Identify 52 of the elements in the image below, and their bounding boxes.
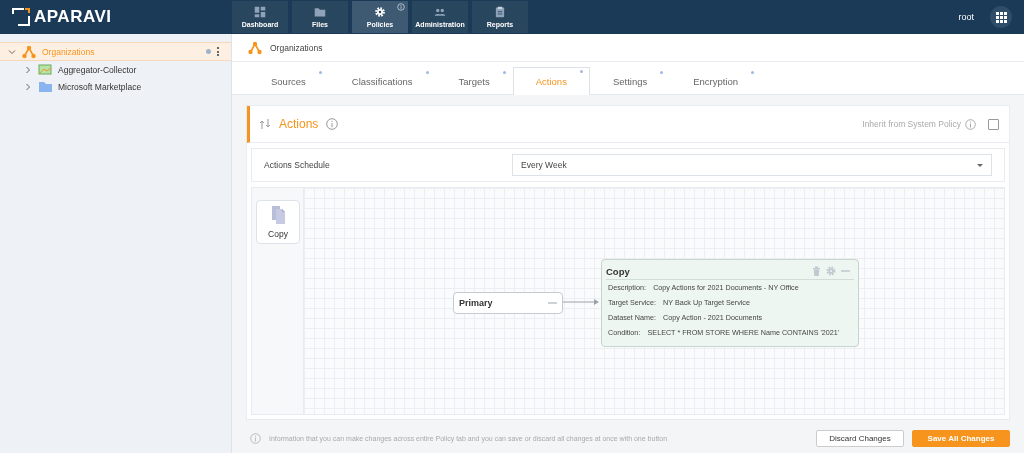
folder-icon — [38, 80, 52, 93]
chart-icon — [38, 63, 52, 76]
node-title: Primary — [459, 298, 493, 308]
caret-icon — [977, 163, 983, 167]
tab[interactable]: Targets — [435, 68, 513, 94]
logo-text: APARAVI — [34, 7, 112, 27]
info-icon — [326, 118, 339, 130]
network-icon — [22, 44, 36, 59]
tree-item[interactable]: Aggregator-Collector — [0, 61, 231, 78]
status-dot — [579, 70, 583, 73]
tab[interactable]: Classifications — [328, 68, 436, 94]
status-dot — [660, 71, 664, 74]
document-icon — [270, 205, 286, 224]
inherit-label: Inherit from System Policy — [862, 119, 961, 129]
drag-handle-icon[interactable] — [841, 270, 850, 272]
settings-icon — [374, 6, 386, 18]
schedule-label: Actions Schedule — [264, 160, 331, 170]
drag-handle-icon[interactable] — [548, 302, 557, 304]
info-icon — [250, 432, 261, 444]
settings-icon — [826, 266, 836, 276]
people-icon — [434, 6, 446, 18]
info-icon — [965, 118, 976, 130]
network-icon — [248, 40, 262, 55]
status-dot — [502, 71, 506, 74]
tab[interactable]: Encryption — [670, 68, 762, 94]
tab[interactable]: Settings — [589, 68, 671, 94]
user-name[interactable]: root — [958, 12, 974, 22]
info-icon — [397, 3, 405, 11]
checkbox[interactable] — [988, 118, 999, 130]
status-dot — [318, 71, 322, 74]
discard-button[interactable]: Discard Changes — [816, 429, 904, 447]
breadcrumb[interactable]: Organizations — [270, 42, 323, 53]
clipboard-icon — [494, 6, 506, 18]
tree-item[interactable]: Microsoft Marketplace — [0, 78, 231, 95]
dashboard-icon — [254, 6, 266, 18]
panel-title: Actions — [279, 117, 319, 131]
connector-arrow — [563, 298, 600, 306]
apps-button[interactable] — [990, 6, 1012, 28]
source-node[interactable]: Primary — [453, 292, 563, 314]
node-title: Copy — [606, 265, 630, 277]
status-dot — [751, 71, 755, 74]
schedule-dropdown[interactable]: Every Week — [512, 154, 992, 176]
sort-icon — [260, 118, 271, 130]
status-dot — [425, 71, 429, 74]
trash-icon — [812, 266, 821, 276]
grid-icon — [995, 11, 1007, 23]
palette-item[interactable]: Copy — [256, 200, 300, 244]
status-dot — [206, 49, 211, 54]
tab[interactable]: Sources — [248, 68, 329, 94]
logo-mark-icon — [12, 8, 30, 26]
action-node[interactable] — [601, 259, 859, 347]
folder-icon — [314, 6, 326, 18]
